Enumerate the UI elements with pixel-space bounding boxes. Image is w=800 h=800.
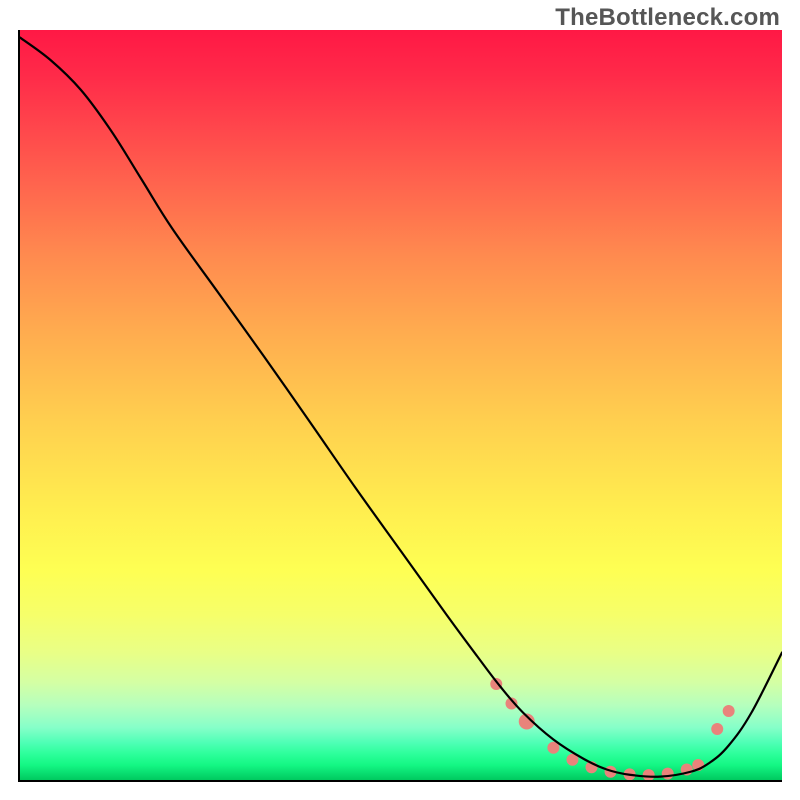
marker-dot — [711, 723, 723, 735]
bottleneck-curve-path — [20, 38, 782, 777]
markers-group — [490, 678, 734, 780]
bottleneck-chart: TheBottleneck.com — [0, 0, 800, 800]
curve-layer — [20, 30, 782, 780]
marker-dot — [723, 705, 735, 717]
marker-dot — [643, 769, 655, 780]
plot-area — [18, 30, 782, 782]
marker-dot — [662, 768, 674, 780]
watermark: TheBottleneck.com — [555, 4, 780, 32]
